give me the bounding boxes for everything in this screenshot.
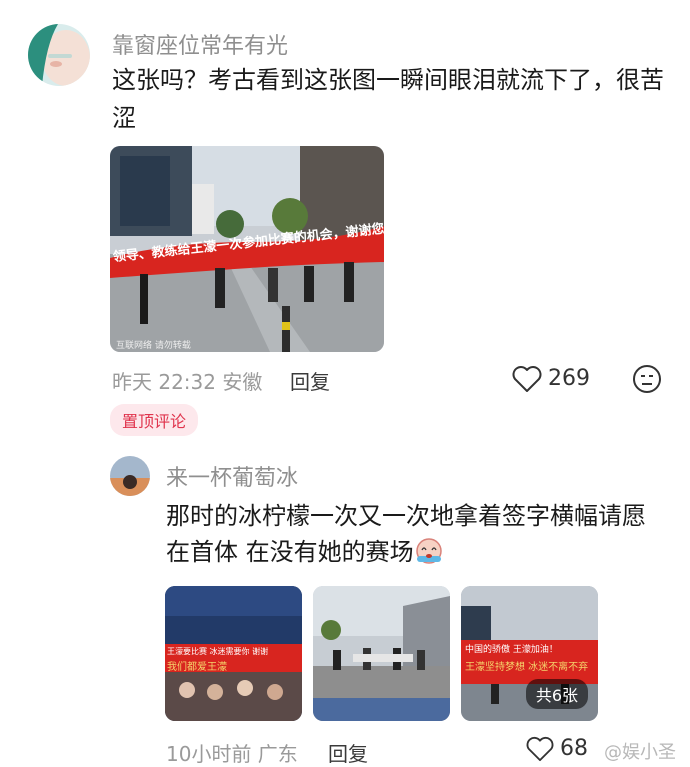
photo-banner-text: 我们都爱王濛 [167, 662, 227, 673]
like-count: 269 [548, 366, 590, 391]
reply-button[interactable]: 回复 [290, 366, 330, 395]
comment-username[interactable]: 靠窗座位常年有光 [112, 28, 288, 60]
reply-avatar-image [110, 456, 150, 496]
reply-time-location: 10小时前 广东 [166, 742, 298, 766]
avatar-image [28, 24, 90, 86]
comment-time-location: 昨天 22:32 安徽 [112, 370, 263, 394]
pinned-badge: 置顶评论 [110, 404, 199, 436]
like-button[interactable]: 68 [526, 736, 596, 764]
reply-text-line2: 在首体 在没有她的赛场 [166, 538, 414, 566]
reply-avatar[interactable] [110, 456, 150, 496]
photo-banner-text: 王濛要比赛 冰迷需要你 谢谢 [167, 647, 269, 656]
reply-photo-1[interactable]: 王濛要比赛 冰迷需要你 谢谢 我们都爱王濛 [165, 586, 302, 721]
crying-emoji-icon [416, 538, 442, 564]
heart-icon [512, 366, 542, 392]
photo-banner-text: 王濛坚持梦想 冰迷不离不弃 [465, 662, 589, 673]
photo-count-badge: 共6张 [525, 679, 588, 709]
comment-text-line2: 涩 [112, 104, 136, 132]
photo-banner-text: 中国的骄傲 王濛加油！ [465, 645, 558, 655]
dislike-face-icon[interactable] [632, 364, 662, 394]
like-count: 68 [560, 736, 588, 761]
reply-photo-2[interactable] [313, 586, 450, 721]
watermark: @娱小圣 [604, 742, 676, 763]
reply-photo-3[interactable]: 中国的骄傲 王濛加油！ 王濛坚持梦想 冰迷不离不弃 共6张 [461, 586, 598, 721]
reply-username[interactable]: 来一杯葡萄冰 [166, 460, 298, 492]
photo-caption: 互联网络 请勿转载 [116, 341, 191, 351]
photo-image [313, 586, 450, 721]
reply-text-line1: 那时的冰柠檬一次又一次地拿着签字横幅请愿 [166, 502, 646, 530]
heart-icon [526, 736, 554, 762]
avatar[interactable] [28, 24, 90, 86]
reply-button[interactable]: 回复 [328, 738, 368, 767]
comment-text-line1: 这张吗？考古看到这张图一瞬间眼泪就流下了，很苦 [112, 66, 664, 94]
comment-photo[interactable]: 领导、教练给王濛一次参加比赛的机会，谢谢您们！ 互联网络 请勿转载 [110, 146, 384, 352]
like-button[interactable]: 269 [512, 364, 600, 394]
